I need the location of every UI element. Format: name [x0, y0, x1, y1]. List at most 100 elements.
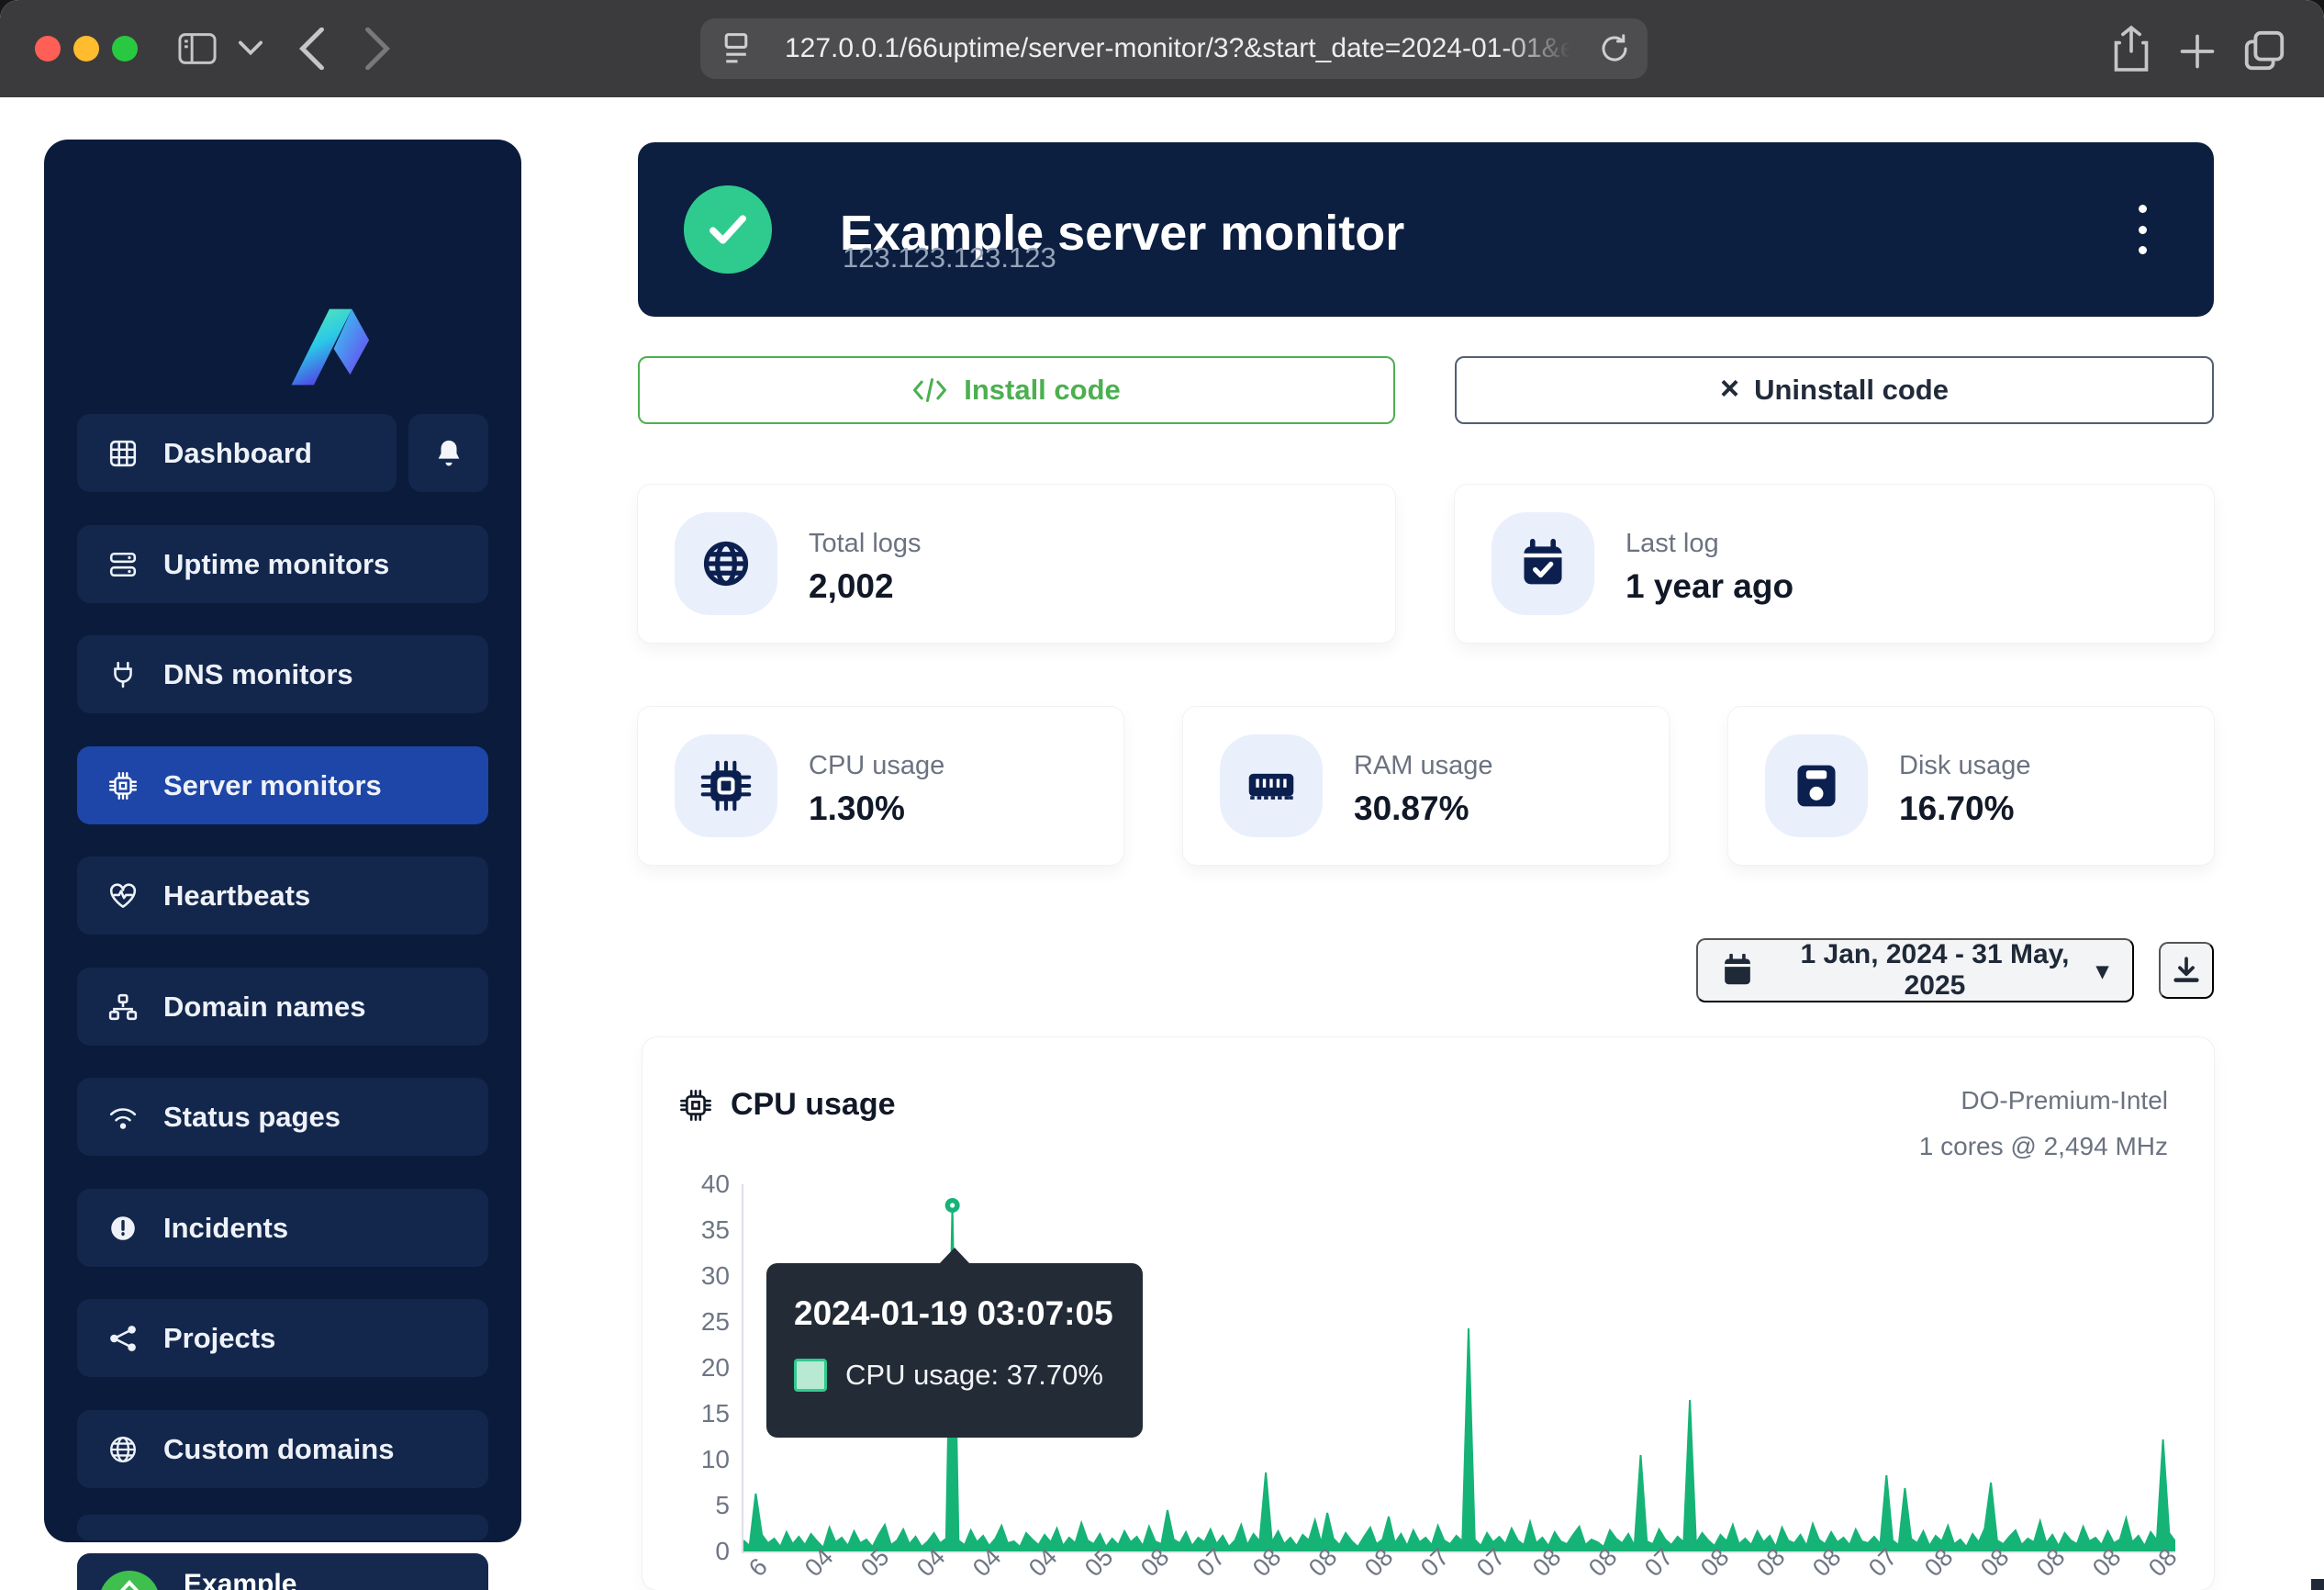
- cpu-usage-chart-card: CPU usage DO-Premium-Intel 1 cores @ 2,4…: [642, 1037, 2214, 1590]
- sidebar-item-custom-domains[interactable]: Custom domains: [77, 1410, 488, 1488]
- sidebar-item-dashboard[interactable]: Dashboard: [77, 414, 397, 492]
- stat-value: 16.70%: [1899, 789, 2015, 828]
- bell-icon: [433, 438, 464, 469]
- chart-title: CPU usage: [731, 1087, 896, 1123]
- share-icon[interactable]: [2111, 24, 2151, 73]
- sidebar-item-dns-monitors[interactable]: DNS monitors: [77, 635, 488, 713]
- forward-button[interactable]: [363, 28, 391, 70]
- tooltip-value: CPU usage: 37.70%: [845, 1359, 1103, 1392]
- clipped-corner-artifact: [2311, 1579, 2324, 1590]
- sidebar-item-label: Uptime monitors: [163, 548, 389, 581]
- window-close-button[interactable]: [35, 36, 61, 62]
- sidebar-item-clipped[interactable]: [77, 1515, 488, 1540]
- stat-value: 2,002: [809, 567, 894, 606]
- sidebar-item-projects[interactable]: Projects: [77, 1299, 488, 1377]
- stat-label: Last log: [1626, 529, 1719, 559]
- sidebar-item-label: Status pages: [163, 1101, 341, 1134]
- url-text: 127.0.0.1/66uptime/server-monitor/3?&sta…: [785, 33, 1583, 64]
- new-tab-icon[interactable]: [2177, 31, 2218, 72]
- grid-icon: [108, 438, 140, 469]
- x-axis-labels: 6040504040405080708080807070808070808080…: [743, 1562, 2175, 1590]
- date-range-label: 1 Jan, 2024 - 31 May, 2025: [1773, 939, 2096, 1002]
- sidebar-item-uptime-monitors[interactable]: Uptime monitors: [77, 525, 488, 603]
- sidebar-item-label: Domain names: [163, 991, 366, 1024]
- url-fade: [1504, 22, 1587, 75]
- cpu-cores-label: 1 cores @ 2,494 MHz: [1919, 1124, 2168, 1170]
- stat-label: Disk usage: [1899, 751, 2030, 781]
- app-logo: [285, 305, 371, 389]
- server-plan-label: DO-Premium-Intel: [1919, 1078, 2168, 1124]
- sidebar-item-label: Dashboard: [163, 437, 312, 470]
- date-range-button[interactable]: 1 Jan, 2024 - 31 May, 2025 ▾: [1696, 938, 2134, 1002]
- stat-card-total-logs: Total logs 2,002: [638, 485, 1395, 643]
- alert-circle-icon: [108, 1213, 140, 1244]
- account-name: Example: [184, 1569, 427, 1590]
- reader-view-icon[interactable]: [721, 30, 752, 67]
- sidebar-item-label: Projects: [163, 1322, 275, 1355]
- stat-value: 1 year ago: [1626, 567, 1793, 606]
- stat-card-disk: Disk usage 16.70%: [1728, 707, 2214, 865]
- wifi-icon: [108, 1102, 140, 1133]
- sidebar-item-heartbeats[interactable]: Heartbeats: [77, 857, 488, 935]
- app-window: 127.0.0.1/66uptime/server-monitor/3?&sta…: [0, 0, 2324, 1590]
- tab-overview-icon[interactable]: [2241, 28, 2287, 73]
- chip-icon: [108, 770, 140, 801]
- download-button[interactable]: [2159, 942, 2214, 999]
- stat-label: Total logs: [809, 529, 922, 559]
- code-icon: [912, 375, 947, 405]
- sidebar-item-label: DNS monitors: [163, 658, 353, 691]
- uninstall-code-button[interactable]: × Uninstall code: [1455, 356, 2214, 424]
- sitemap-icon: [108, 991, 140, 1023]
- back-button[interactable]: [298, 28, 326, 70]
- plug-icon: [108, 659, 140, 690]
- window-minimize-button[interactable]: [73, 36, 99, 62]
- share-nodes-icon: [108, 1323, 140, 1354]
- stat-label: CPU usage: [809, 751, 944, 781]
- reload-icon[interactable]: [1598, 32, 1631, 65]
- x-axis-line: [743, 1551, 2175, 1553]
- install-code-button[interactable]: Install code: [638, 356, 1395, 424]
- server-stack-icon: [108, 549, 140, 580]
- chart-tooltip: 2024-01-19 03:07:05 CPU usage: 37.70%: [766, 1263, 1143, 1438]
- sidebar-item-label: Custom domains: [163, 1433, 394, 1466]
- stat-card-ram: RAM usage 30.87%: [1183, 707, 1669, 865]
- stat-card-cpu: CPU usage 1.30%: [638, 707, 1123, 865]
- globe-icon: [108, 1434, 140, 1465]
- sidebar-toggle-icon[interactable]: [177, 30, 218, 67]
- sidebar-item-domain-names[interactable]: Domain names: [77, 968, 488, 1046]
- ram-icon: [1220, 734, 1323, 837]
- series-swatch: [794, 1359, 827, 1392]
- stat-value: 1.30%: [809, 789, 905, 828]
- calendar-icon: [1722, 954, 1753, 987]
- tooltip-timestamp: 2024-01-19 03:07:05: [794, 1294, 1115, 1333]
- browser-toolbar: 127.0.0.1/66uptime/server-monitor/3?&sta…: [0, 0, 2324, 97]
- notifications-button[interactable]: [408, 414, 488, 492]
- globe-icon: [675, 512, 777, 615]
- sidebar-item-server-monitors[interactable]: Server monitors: [77, 746, 488, 824]
- kebab-menu-button[interactable]: [2124, 199, 2161, 260]
- sidebar-chevron-down-icon[interactable]: [239, 40, 263, 57]
- window-zoom-button[interactable]: [112, 36, 138, 62]
- stat-card-last-log: Last log 1 year ago: [1455, 485, 2214, 643]
- stat-label: RAM usage: [1354, 751, 1493, 781]
- download-icon: [2171, 955, 2202, 986]
- calendar-check-icon: [1492, 512, 1594, 615]
- account-card[interactable]: Example sample@example.com: [77, 1553, 488, 1590]
- sidebar-item-label: Incidents: [163, 1212, 288, 1245]
- monitor-ip: 123.123.123.123: [843, 241, 1056, 274]
- sidebar-item-status-pages[interactable]: Status pages: [77, 1078, 488, 1156]
- cpu-chip-icon: [679, 1089, 712, 1122]
- sidebar-item-label: Server monitors: [163, 769, 382, 802]
- monitor-header-card: Example server monitor 123.123.123.123: [638, 142, 2214, 317]
- address-bar[interactable]: 127.0.0.1/66uptime/server-monitor/3?&sta…: [700, 18, 1648, 79]
- sidebar-item-incidents[interactable]: Incidents: [77, 1189, 488, 1267]
- stat-value: 30.87%: [1354, 789, 1469, 828]
- disk-icon: [1765, 734, 1868, 837]
- avatar: [99, 1571, 160, 1590]
- close-icon: ×: [1720, 372, 1739, 405]
- cpu-icon: [675, 734, 777, 837]
- sidebar: Dashboard Uptime monitors: [44, 140, 521, 1542]
- heart-pulse-icon: [108, 880, 140, 912]
- status-check-icon: [684, 185, 772, 274]
- sidebar-item-label: Heartbeats: [163, 879, 310, 913]
